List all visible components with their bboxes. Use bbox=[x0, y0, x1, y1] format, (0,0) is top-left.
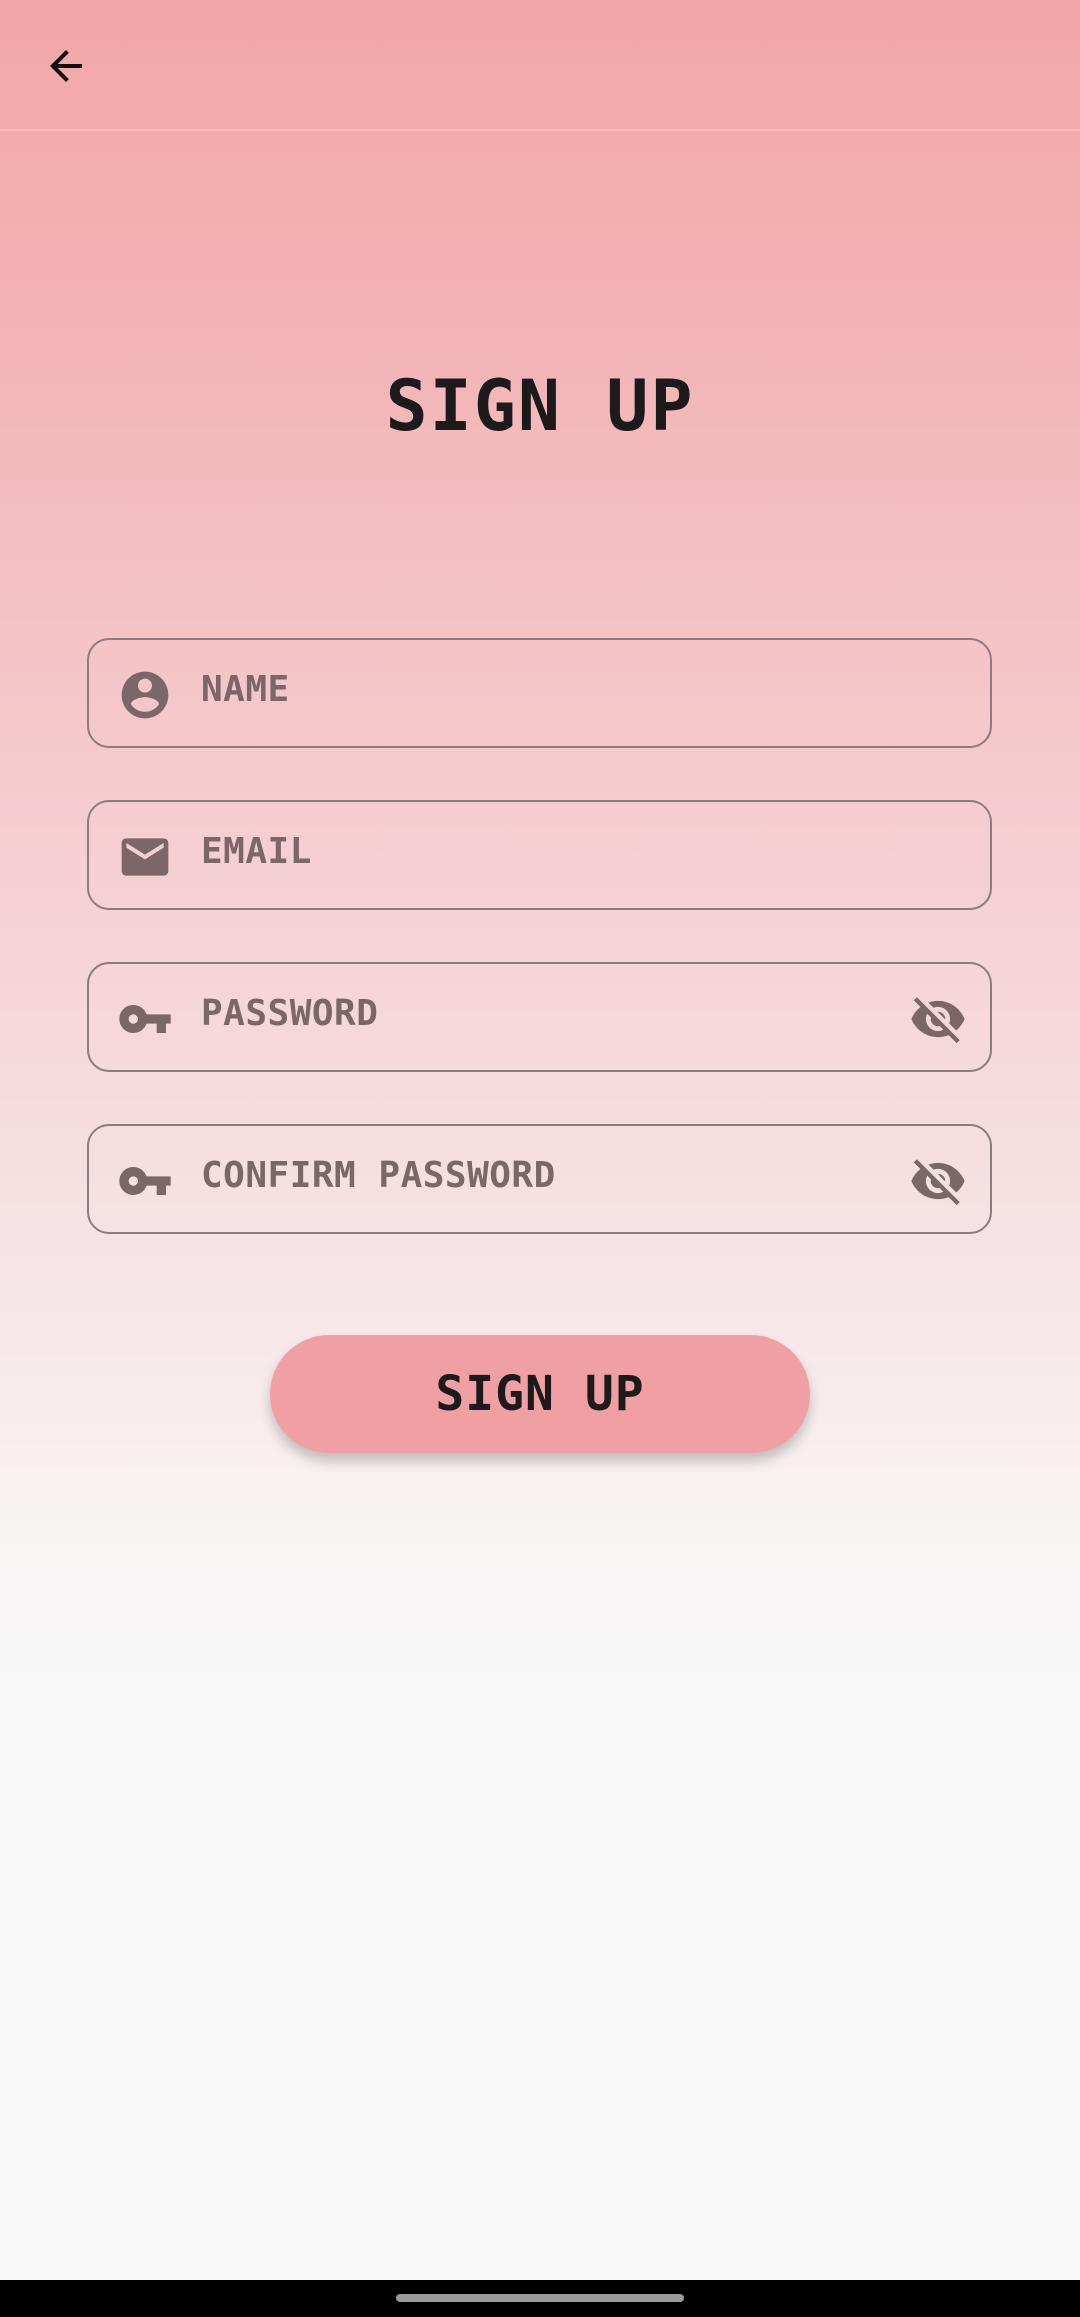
email-placeholder: EMAIL bbox=[201, 831, 312, 872]
password-field[interactable]: PASSWORD bbox=[87, 962, 992, 1072]
confirm-password-placeholder: CONFIRM PASSWORD bbox=[201, 1155, 556, 1196]
sign-up-button[interactable]: SIGN UP bbox=[270, 1335, 810, 1453]
mail-icon bbox=[117, 829, 173, 885]
back-button[interactable] bbox=[30, 30, 102, 102]
email-field[interactable]: EMAIL bbox=[87, 800, 992, 910]
key-icon bbox=[117, 1153, 173, 1209]
confirm-password-field[interactable]: CONFIRM PASSWORD bbox=[87, 1124, 992, 1234]
name-placeholder: NAME bbox=[201, 669, 290, 710]
account-circle-icon bbox=[117, 667, 173, 723]
visibility-off-icon[interactable] bbox=[908, 989, 968, 1049]
key-icon bbox=[117, 991, 173, 1047]
visibility-off-icon[interactable] bbox=[908, 1151, 968, 1211]
password-placeholder: PASSWORD bbox=[201, 993, 379, 1034]
arrow-back-icon bbox=[50, 50, 82, 82]
system-navigation-bar bbox=[0, 2280, 1080, 2317]
app-bar bbox=[0, 0, 1080, 131]
name-field[interactable]: NAME bbox=[87, 638, 992, 748]
home-gesture-handle[interactable] bbox=[396, 2294, 684, 2302]
page-title: SIGN UP bbox=[385, 365, 695, 447]
